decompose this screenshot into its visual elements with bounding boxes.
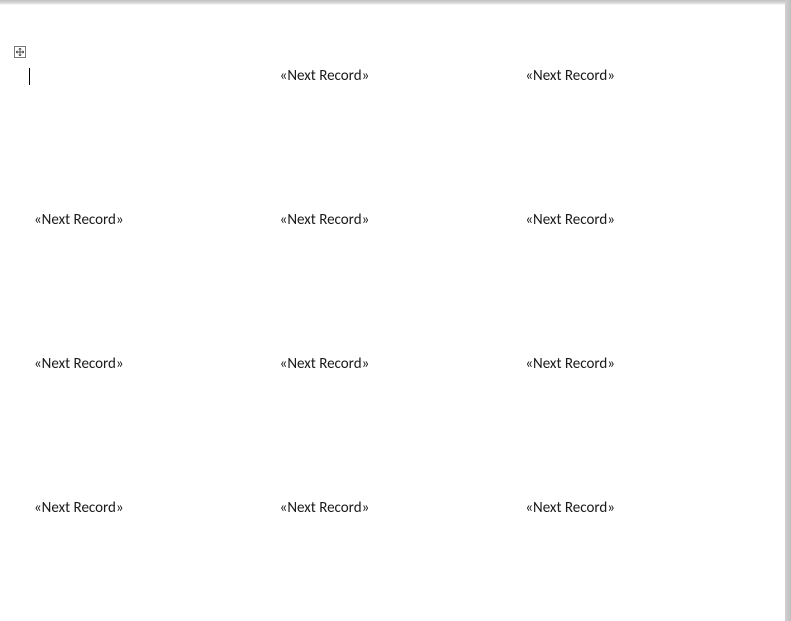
label-cell[interactable]: «Next Record» — [34, 211, 280, 355]
label-cell[interactable] — [34, 67, 280, 211]
label-cell[interactable]: «Next Record» — [34, 499, 280, 621]
label-table[interactable]: «Next Record» «Next Record» «Next Record… — [34, 67, 771, 621]
merge-field: «Next Record» — [280, 355, 370, 373]
merge-field: «Next Record» — [525, 211, 615, 229]
table-move-handle-icon[interactable] — [14, 46, 26, 58]
merge-field: «Next Record» — [525, 355, 615, 373]
merge-field: «Next Record» — [34, 211, 124, 229]
label-cell[interactable]: «Next Record» — [280, 499, 526, 621]
merge-field: «Next Record» — [525, 67, 615, 85]
label-cell[interactable]: «Next Record» — [280, 67, 526, 211]
merge-field: «Next Record» — [280, 211, 370, 229]
merge-field: «Next Record» — [280, 67, 370, 85]
merge-field: «Next Record» — [525, 499, 615, 517]
merge-field: «Next Record» — [280, 499, 370, 517]
page-top-edge — [0, 0, 791, 5]
label-cell[interactable]: «Next Record» — [280, 211, 526, 355]
label-cell[interactable]: «Next Record» — [525, 211, 771, 355]
merge-field: «Next Record» — [34, 355, 124, 373]
merge-field: «Next Record» — [34, 499, 124, 517]
label-cell[interactable]: «Next Record» — [34, 355, 280, 499]
page-right-edge — [785, 0, 791, 621]
text-cursor — [29, 68, 30, 85]
label-cell[interactable]: «Next Record» — [525, 355, 771, 499]
label-cell[interactable]: «Next Record» — [525, 499, 771, 621]
label-cell[interactable]: «Next Record» — [280, 355, 526, 499]
label-cell[interactable]: «Next Record» — [525, 67, 771, 211]
